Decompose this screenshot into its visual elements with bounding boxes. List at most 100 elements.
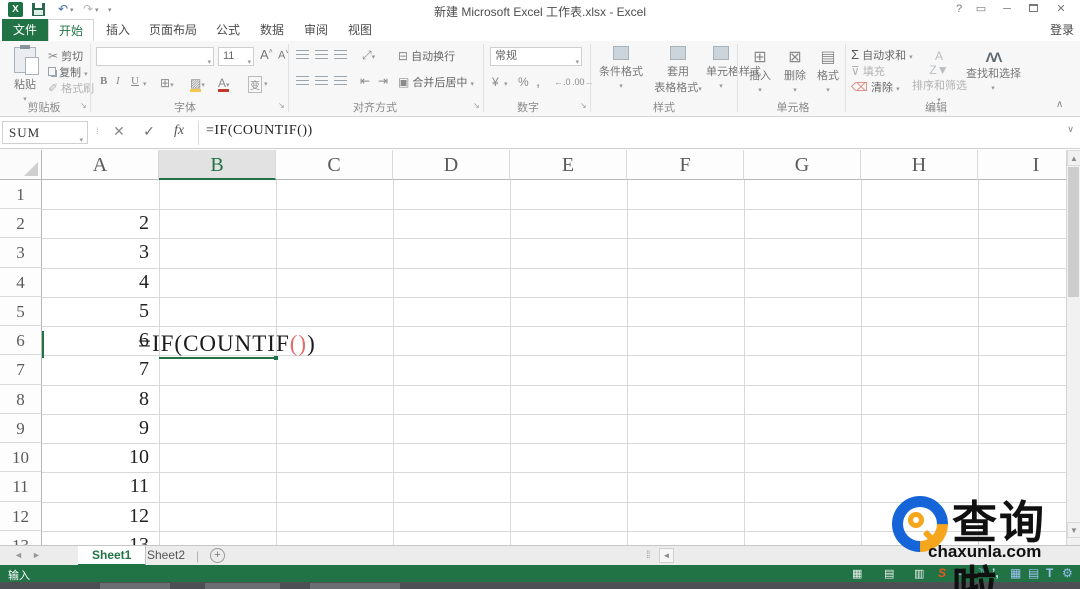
row-header-6[interactable]: 6	[0, 326, 42, 356]
borders-icon[interactable]: ⊞▾	[160, 76, 174, 90]
accounting-dropdown-icon[interactable]: ▾	[504, 80, 508, 88]
cell-A10[interactable]: 10	[42, 443, 149, 472]
insert-function-icon[interactable]: fx	[168, 123, 190, 139]
column-header-A[interactable]: A	[42, 150, 159, 180]
tab-home[interactable]: 开始	[48, 19, 94, 41]
find-select-button[interactable]: ΛΛ 查找和选择 ▾	[966, 49, 1021, 93]
formula-bar-expand-icon[interactable]: ∨	[1067, 124, 1074, 135]
name-box-dropdown-icon[interactable]: ▾	[79, 130, 84, 151]
paste-button[interactable]: 粘贴 ▾	[6, 45, 44, 104]
minimize-icon[interactable]: ─	[996, 2, 1018, 17]
row-header-4[interactable]: 4	[0, 267, 42, 297]
row-header-11[interactable]: 11	[0, 472, 42, 502]
percent-style-icon[interactable]: %	[518, 75, 529, 89]
format-as-table-button[interactable]: 套用 表格格式▾	[650, 46, 706, 95]
sort-filter-button[interactable]: A Z▼ 排序和筛选 ▾	[912, 49, 967, 105]
column-header-E[interactable]: E	[510, 150, 627, 180]
format-cells-button[interactable]: ▤ 格式 ▾	[812, 47, 844, 95]
decrease-indent-icon[interactable]: ⇤	[360, 74, 370, 88]
font-dialog-launcher-icon[interactable]: ↘	[278, 101, 285, 110]
column-header-F[interactable]: F	[627, 150, 744, 180]
align-center-button[interactable]	[315, 76, 328, 88]
row-header-1[interactable]: 1	[0, 180, 42, 210]
align-bottom-button[interactable]	[334, 50, 347, 62]
increase-decimal-icon[interactable]: ←.0	[554, 77, 571, 87]
cell-b1-edit-text[interactable]: =IF(COUNTIF())	[138, 331, 316, 357]
format-painter-button[interactable]: ✐ 格式刷	[48, 80, 94, 96]
formula-bar-input[interactable]: =IF(COUNTIF())	[206, 123, 313, 139]
clear-button[interactable]: ⌫ 清除 ▾	[851, 79, 900, 95]
merge-center-button[interactable]: ▣ 合并后居中 ▾	[398, 74, 474, 90]
normal-view-icon[interactable]: ▦	[852, 567, 862, 580]
row-header-8[interactable]: 8	[0, 384, 42, 414]
row-header-5[interactable]: 5	[0, 296, 42, 327]
font-name-combobox[interactable]: ▾	[96, 47, 214, 66]
vertical-scrollbar-thumb[interactable]	[1068, 167, 1079, 297]
cell-A2[interactable]: 2	[42, 209, 149, 238]
cell-A13[interactable]: 13	[42, 531, 149, 545]
cell-A6[interactable]: 6	[42, 326, 149, 355]
cell-A4[interactable]: 4	[42, 268, 149, 297]
underline-dropdown-icon[interactable]: ▾	[143, 80, 147, 88]
cell-A3[interactable]: 3	[42, 238, 149, 267]
taskbar-button[interactable]	[310, 583, 400, 589]
italic-button[interactable]: I	[116, 75, 120, 87]
row-header-2[interactable]: 2	[0, 209, 42, 239]
wrap-text-button[interactable]: ⊟ 自动换行	[398, 48, 455, 64]
formula-bar-split-handle[interactable]: ⁞	[96, 126, 98, 136]
taskbar-button[interactable]	[205, 583, 280, 589]
align-middle-button[interactable]	[315, 50, 328, 62]
sheet-nav-next-icon[interactable]: ►	[32, 550, 41, 560]
row-header-9[interactable]: 9	[0, 413, 42, 444]
tab-file[interactable]: 文件	[2, 19, 48, 41]
font-color-icon[interactable]: A▾	[218, 76, 230, 92]
align-top-button[interactable]	[296, 50, 309, 62]
underline-button[interactable]: U	[131, 75, 139, 87]
number-dialog-launcher-icon[interactable]: ↘	[580, 101, 587, 110]
comma-style-icon[interactable]: ,	[536, 73, 540, 90]
sheet-nav-prev-icon[interactable]: ◄	[14, 550, 23, 560]
ribbon-display-options-icon[interactable]: ▭	[970, 2, 992, 17]
page-layout-view-icon[interactable]: ▤	[884, 567, 894, 580]
conditional-formatting-button[interactable]: 条件格式 ▾	[597, 46, 645, 91]
ime-sogou-icon[interactable]: S	[938, 566, 946, 580]
column-header-C[interactable]: C	[276, 150, 393, 180]
tab-view[interactable]: 视图	[338, 19, 382, 41]
cancel-entry-icon[interactable]: ✕	[108, 123, 130, 140]
orientation-icon[interactable]: ⤢▾	[362, 48, 375, 63]
alignment-dialog-launcher-icon[interactable]: ↘	[473, 101, 480, 110]
name-box[interactable]: SUM ▾	[2, 121, 88, 144]
tab-data[interactable]: 数据	[250, 19, 294, 41]
page-break-view-icon[interactable]: ▥	[914, 567, 924, 580]
column-header-G[interactable]: G	[744, 150, 861, 180]
tab-review[interactable]: 审阅	[294, 19, 338, 41]
align-left-button[interactable]	[296, 76, 309, 88]
bold-button[interactable]: B	[100, 75, 107, 87]
horizontal-split-handle[interactable]: ⁞⁞	[646, 550, 650, 561]
phonetic-guide-icon[interactable]: 变	[248, 76, 262, 93]
restore-icon[interactable]	[1022, 2, 1044, 17]
column-header-B[interactable]: B	[159, 150, 276, 180]
row-header-3[interactable]: 3	[0, 238, 42, 268]
new-sheet-icon[interactable]: +	[210, 548, 225, 563]
align-right-button[interactable]	[334, 76, 347, 88]
accounting-format-icon[interactable]: ¥	[492, 75, 499, 89]
fill-button[interactable]: ⊽ 填充	[851, 63, 885, 79]
row-header-10[interactable]: 10	[0, 443, 42, 473]
tab-page-layout[interactable]: 页面布局	[140, 19, 206, 41]
font-size-combobox[interactable]: 11 ▾	[218, 47, 254, 66]
fill-color-icon[interactable]: ▨▾	[190, 76, 205, 92]
fill-handle[interactable]	[274, 356, 278, 360]
cell-A8[interactable]: 8	[42, 385, 149, 414]
column-header-D[interactable]: D	[393, 150, 510, 180]
insert-cells-button[interactable]: ⊞ 插入 ▾	[744, 47, 776, 95]
help-icon[interactable]: ?	[948, 2, 970, 17]
scroll-up-icon[interactable]: ▲	[1067, 150, 1080, 166]
confirm-entry-icon[interactable]: ✓	[138, 123, 160, 140]
phonetic-dropdown-icon[interactable]: ▾	[264, 80, 268, 88]
sheet-tab-sheet2[interactable]: Sheet2	[133, 546, 199, 566]
row-header-13[interactable]: 13	[0, 530, 42, 545]
cell-A11[interactable]: 11	[42, 472, 149, 501]
cut-button[interactable]: ✂ 剪切	[48, 48, 83, 64]
column-header-H[interactable]: H	[861, 150, 978, 180]
